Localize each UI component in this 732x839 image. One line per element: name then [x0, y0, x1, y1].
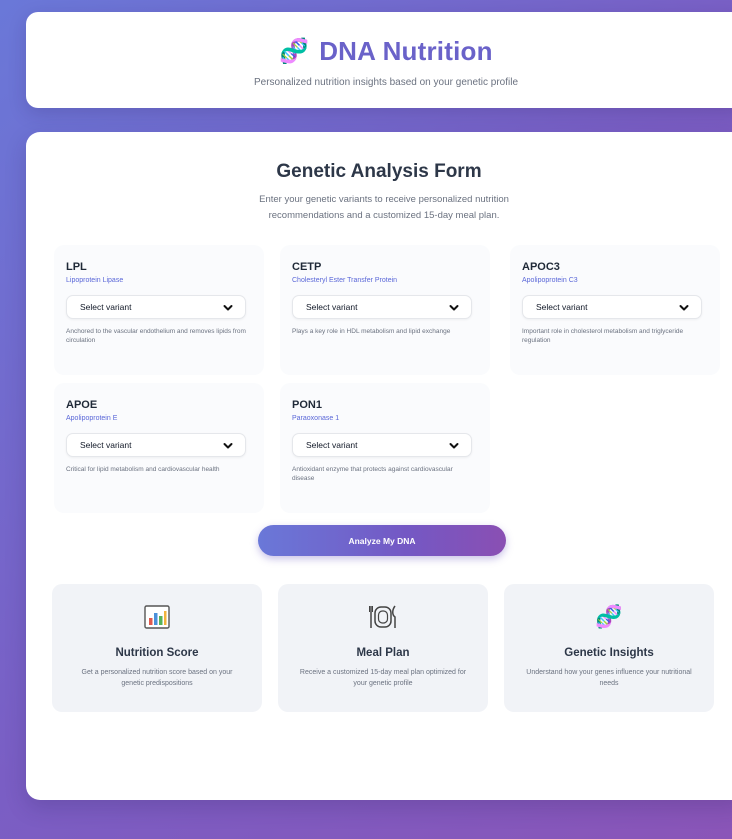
gene-full-name: Cholesteryl Ester Transfer Protein	[292, 277, 398, 284]
gene-symbol: APOC3	[522, 261, 560, 273]
dna-icon: 🧬	[595, 604, 623, 629]
chevron-down-icon	[449, 443, 459, 449]
form-description: Enter your genetic variants to receive p…	[259, 194, 509, 221]
gene-description: Important role in cholesterol metabolism…	[522, 328, 684, 344]
apoc3-variant-select[interactable]: Select variant	[522, 295, 702, 319]
chevron-down-icon	[223, 305, 233, 311]
gene-symbol: APOE	[66, 399, 98, 411]
app-title: DNA Nutrition	[319, 36, 493, 66]
gene-card-pon1: PON1 Paraoxonase 1 Select variant Antiox…	[280, 383, 490, 513]
feature-card-meal-plan: Meal Plan Receive a customized 15-day me…	[278, 584, 488, 712]
tagline: Personalized nutrition insights based on…	[253, 77, 519, 88]
gene-full-name: Apolipoprotein E	[66, 415, 118, 422]
bar-chart-icon	[144, 605, 170, 629]
chevron-down-icon	[449, 305, 459, 311]
gene-card-cetp: CETP Cholesteryl Ester Transfer Protein …	[280, 245, 490, 375]
analyze-dna-button[interactable]: Analyze My DNA	[258, 525, 506, 556]
gene-symbol: LPL	[66, 261, 87, 273]
cetp-variant-select[interactable]: Select variant	[292, 295, 472, 319]
chevron-down-icon	[679, 305, 689, 311]
gene-description: Critical for lipid metabolism and cardio…	[66, 466, 220, 473]
form-title: Genetic Analysis Form	[276, 161, 482, 182]
select-value: Select variant	[536, 302, 588, 312]
apoe-variant-select[interactable]: Select variant	[66, 433, 246, 457]
chevron-down-icon	[223, 443, 233, 449]
feature-description: Receive a customized 15-day meal plan op…	[299, 669, 467, 687]
feature-title: Nutrition Score	[115, 647, 199, 659]
plate-cutlery-icon	[369, 605, 396, 628]
gene-description: Antioxidant enzyme that protects against…	[292, 466, 453, 482]
select-value: Select variant	[80, 302, 132, 312]
gene-symbol: CETP	[292, 261, 322, 273]
pon1-variant-select[interactable]: Select variant	[292, 433, 472, 457]
gene-symbol: PON1	[292, 399, 322, 411]
feature-card-genetic-insights: 🧬 Genetic Insights Understand how your g…	[504, 584, 714, 712]
feature-title: Genetic Insights	[564, 647, 654, 659]
gene-full-name: Lipoprotein Lipase	[66, 277, 124, 284]
genetic-analysis-form: Genetic Analysis Form Enter your genetic…	[26, 132, 732, 800]
gene-card-apoe: APOE Apolipoprotein E Select variant Cri…	[54, 383, 264, 513]
brand: 🧬 DNA Nutrition	[26, 36, 732, 67]
header-card: 🧬 DNA Nutrition Personalized nutrition i…	[26, 12, 732, 108]
dna-icon: 🧬	[279, 37, 310, 65]
gene-card-apoc3: APOC3 Apolipoprotein C3 Select variant I…	[510, 245, 720, 375]
feature-card-nutrition-score: Nutrition Score Get a personalized nutri…	[52, 584, 262, 712]
select-value: Select variant	[306, 302, 358, 312]
gene-full-name: Apolipoprotein C3	[522, 277, 578, 284]
select-value: Select variant	[306, 440, 358, 450]
gene-full-name: Paraoxonase 1	[292, 415, 340, 422]
select-value: Select variant	[80, 440, 132, 450]
feature-description: Understand how your genes influence your…	[526, 669, 692, 687]
gene-description: Plays a key role in HDL metabolism and l…	[292, 328, 451, 335]
lpl-variant-select[interactable]: Select variant	[66, 295, 246, 319]
feature-title: Meal Plan	[356, 647, 410, 659]
gene-description: Anchored to the vascular endothelium and…	[66, 328, 246, 344]
gene-card-lpl: LPL Lipoprotein Lipase Select variant An…	[54, 245, 264, 375]
feature-description: Get a personalized nutrition score based…	[81, 669, 233, 687]
